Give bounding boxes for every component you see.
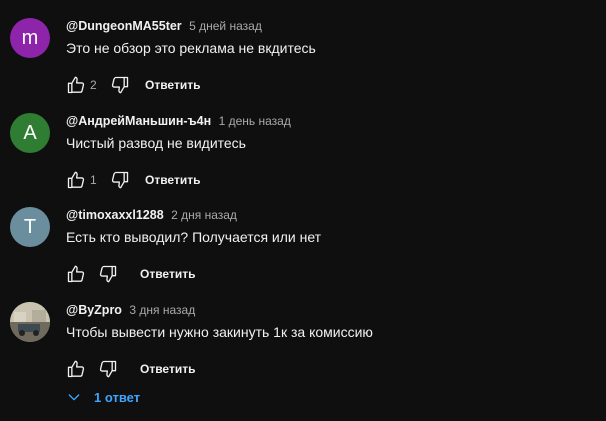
like-button[interactable] [66, 75, 86, 95]
thumb-up-icon [67, 265, 85, 283]
like-button[interactable] [66, 264, 86, 284]
avatar[interactable]: А [10, 113, 50, 153]
comment-time[interactable]: 5 дней назад [189, 19, 262, 33]
dislike-button[interactable] [98, 359, 118, 379]
comment: @ByZpro 3 дня назад Чтобы вывести нужно … [0, 302, 606, 396]
reply-button[interactable]: Ответить [145, 78, 200, 92]
avatar-letter: А [23, 121, 37, 144]
comment-text: Есть кто выводил? Получается или нет [66, 229, 322, 245]
reply-button[interactable]: Ответить [145, 173, 200, 187]
avatar-photo-icon [10, 302, 50, 342]
dislike-button[interactable] [110, 170, 130, 190]
reply-button[interactable]: Ответить [140, 267, 195, 281]
thumb-up-icon [67, 76, 85, 94]
chevron-down-icon [68, 394, 80, 401]
avatar-letter: T [23, 215, 37, 238]
thumb-down-icon [111, 171, 129, 189]
thumb-up-icon [67, 360, 85, 378]
comment-time[interactable]: 3 дня назад [129, 303, 195, 317]
comment-time[interactable]: 2 дня назад [171, 208, 237, 222]
comment-text: Чтобы вывести нужно закинуть 1к за комис… [66, 324, 373, 340]
comment-author[interactable]: @DungeonMA55ter [66, 19, 182, 33]
comment-time[interactable]: 1 день назад [219, 114, 291, 128]
reply-button[interactable]: Ответить [140, 362, 195, 376]
thumb-down-icon [99, 265, 117, 283]
comment-actions: 1 Ответить [66, 168, 200, 192]
comment-header: @DungeonMA55ter 5 дней назад [66, 18, 262, 34]
like-count: 2 [90, 78, 97, 92]
thumb-up-icon [67, 171, 85, 189]
like-button[interactable] [66, 359, 86, 379]
comment-author[interactable]: @timoxaxxl1288 [66, 208, 164, 222]
replies-toggle-button[interactable]: 1 ответ [66, 387, 140, 407]
comment-actions: Ответить [66, 262, 195, 286]
comment: T @timoxaxxl1288 2 дня назад Есть кто вы… [0, 207, 606, 301]
comment-text: Чистый развод не видитесь [66, 135, 246, 151]
like-button[interactable] [66, 170, 86, 190]
dislike-button[interactable] [98, 264, 118, 284]
thumb-down-icon [111, 76, 129, 94]
comment: А @АндрейМаньшин-ъ4н 1 день назад Чистый… [0, 113, 606, 207]
thumb-down-icon [99, 360, 117, 378]
replies-toggle-label[interactable]: 1 ответ [94, 390, 140, 405]
comment-header: @timoxaxxl1288 2 дня назад [66, 207, 237, 223]
avatar[interactable]: T [10, 207, 50, 247]
comment-actions: 2 Ответить [66, 73, 200, 97]
comment-author[interactable]: @АндрейМаньшин-ъ4н [66, 114, 211, 128]
comment-author[interactable]: @ByZpro [66, 303, 122, 317]
comment-actions: Ответить [66, 357, 195, 381]
comment-text: Это не обзор это реклама не вкдитесь [66, 40, 316, 56]
like-count: 1 [90, 173, 97, 187]
comment-header: @ByZpro 3 дня назад [66, 302, 195, 318]
avatar[interactable] [10, 302, 50, 342]
comment-header: @АндрейМаньшин-ъ4н 1 день назад [66, 113, 291, 129]
comment: m @DungeonMA55ter 5 дней назад Это не об… [0, 18, 606, 112]
dislike-button[interactable] [110, 75, 130, 95]
avatar-letter: m [21, 26, 39, 49]
avatar[interactable]: m [10, 18, 50, 58]
